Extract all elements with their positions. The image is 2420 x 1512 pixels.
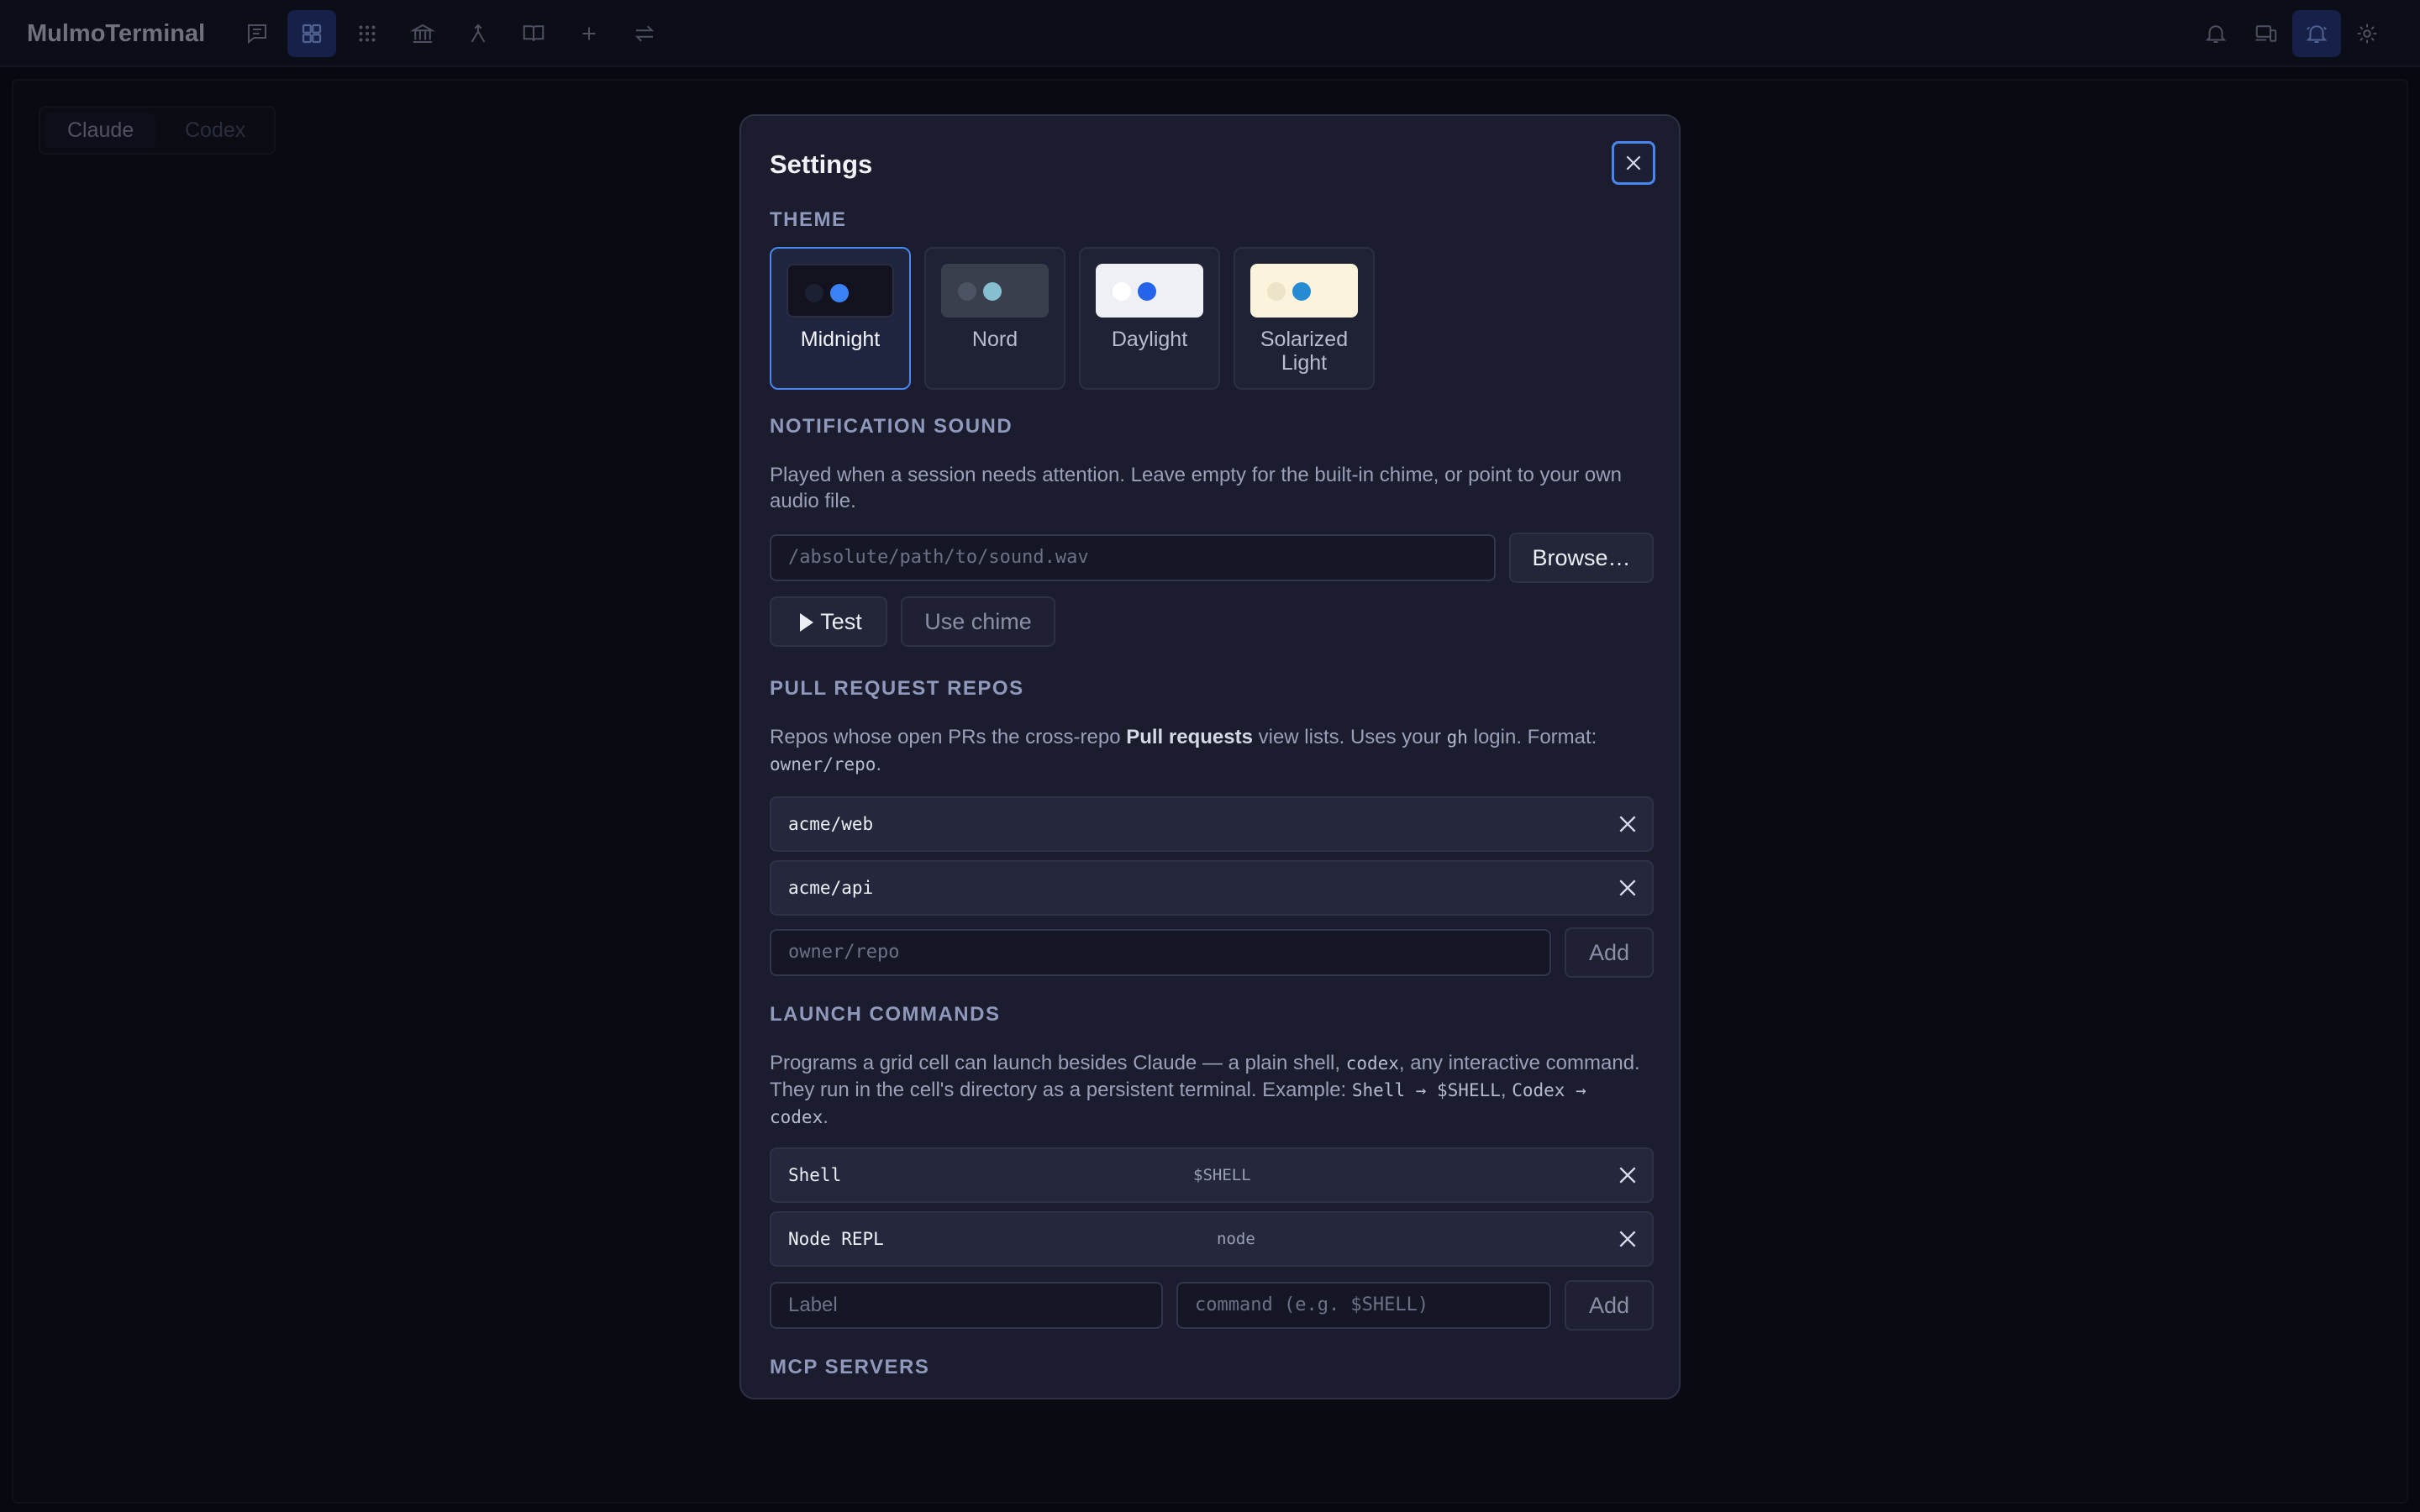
theme-preview — [786, 264, 894, 318]
theme-daylight[interactable]: Daylight — [1079, 247, 1220, 390]
pr-repos-heading: PULL REQUEST REPOS — [770, 677, 1024, 700]
remove-icon[interactable] — [1617, 877, 1639, 899]
remove-icon[interactable] — [1617, 813, 1639, 835]
use-chime-button[interactable]: Use chime — [901, 596, 1055, 647]
launch-heading: LAUNCH COMMANDS — [770, 1003, 1001, 1026]
theme-label: Nord — [971, 328, 1018, 351]
command-label: Shell — [788, 1165, 842, 1185]
add-command-button[interactable]: Add — [1565, 1280, 1654, 1331]
preview-dot — [1292, 282, 1311, 301]
remove-icon[interactable] — [1617, 1164, 1639, 1186]
add-repo-button[interactable]: Add — [1565, 927, 1654, 978]
sound-path-input[interactable]: /absolute/path/to/sound.wav — [770, 534, 1496, 581]
command-label-input[interactable]: Label — [770, 1282, 1163, 1329]
dialog-title: Settings — [770, 150, 873, 179]
preview-dot — [1138, 282, 1156, 301]
preview-dot — [958, 282, 976, 301]
close-button[interactable] — [1612, 141, 1655, 185]
launch-command-row: Shell $SHELL — [770, 1147, 1654, 1203]
launch-description: Programs a grid cell can launch besides … — [770, 1052, 1640, 1128]
test-button[interactable]: Test — [770, 596, 887, 647]
theme-label: Midnight — [800, 328, 881, 351]
command-value: $SHELL — [1193, 1166, 1251, 1184]
command-label: Node REPL — [788, 1229, 884, 1249]
preview-dot — [805, 284, 823, 302]
remove-icon[interactable] — [1617, 1228, 1639, 1250]
notification-description: Played when a session needs attention. L… — [770, 464, 1622, 512]
preview-dot — [830, 284, 849, 302]
browse-button[interactable]: Browse… — [1509, 533, 1654, 583]
theme-label: Solarized Light — [1260, 328, 1349, 375]
theme-midnight[interactable]: Midnight — [770, 247, 911, 390]
close-icon — [1626, 155, 1641, 171]
theme-nord[interactable]: Nord — [924, 247, 1065, 390]
command-value: node — [1217, 1230, 1255, 1248]
theme-solarized-light[interactable]: Solarized Light — [1234, 247, 1375, 390]
notification-heading: NOTIFICATION SOUND — [770, 415, 1013, 438]
repo-input[interactable]: owner/repo — [770, 929, 1551, 976]
preview-dot — [1267, 282, 1286, 301]
pr-repos-description: Repos whose open PRs the cross-repo Pull… — [770, 726, 1597, 775]
settings-dialog: Settings THEME Midnight Nord Daylight So… — [739, 114, 1681, 1399]
theme-label: Daylight — [1111, 328, 1188, 351]
launch-command-row: Node REPL node — [770, 1211, 1654, 1267]
repo-row: acme/api — [770, 860, 1654, 916]
test-label: Test — [820, 609, 862, 634]
play-icon — [800, 613, 813, 632]
command-input[interactable]: command (e.g. $SHELL) — [1176, 1282, 1551, 1329]
mcp-heading: MCP SERVERS — [770, 1356, 930, 1378]
theme-preview — [941, 264, 1049, 318]
theme-preview — [1250, 264, 1358, 318]
repo-row: acme/web — [770, 796, 1654, 852]
repo-name: acme/api — [788, 878, 874, 898]
theme-preview — [1096, 264, 1203, 318]
repo-name: acme/web — [788, 814, 874, 834]
theme-heading: THEME — [770, 208, 847, 231]
preview-dot — [983, 282, 1002, 301]
preview-dot — [1113, 282, 1131, 301]
